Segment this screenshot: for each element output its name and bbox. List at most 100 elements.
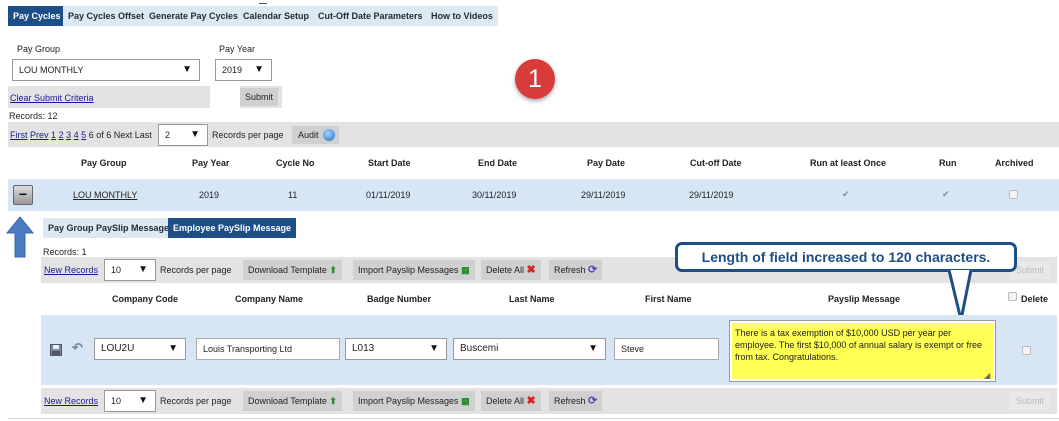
company-name-field[interactable]: Louis Transporting Ltd <box>196 338 340 360</box>
pager-page-4[interactable]: 4 <box>74 130 79 140</box>
chevron-down-icon: ▼ <box>588 343 598 354</box>
pay-year-label: Pay Year <box>219 44 256 54</box>
clear-submit-criteria-link[interactable]: Clear Submit Criteria <box>10 93 94 103</box>
payslip-per-page-label-bottom: Records per page <box>160 396 232 406</box>
per-page-value: 10 <box>111 396 122 406</box>
new-records-link-bottom[interactable]: New Records <box>44 396 98 406</box>
tab-employee-payslip-message[interactable]: Employee PaySlip Message <box>168 218 297 238</box>
payslip-message-textarea[interactable]: There is a tax exemption of $10,000 USD … <box>729 320 996 382</box>
per-page-value: 10 <box>111 265 122 275</box>
pager-prev-link[interactable]: Prev <box>30 130 49 140</box>
company-code-value: LOU2U <box>101 343 135 354</box>
col-archived: Archived <box>995 158 1034 168</box>
last-name-value: Buscemi <box>460 343 499 354</box>
chevron-down-icon: ▼ <box>138 395 148 406</box>
pager-page-3[interactable]: 3 <box>66 130 71 140</box>
first-name-field[interactable]: Steve <box>614 338 719 360</box>
filter-submit-button[interactable]: Submit <box>240 88 278 106</box>
pager-page-5[interactable]: 5 <box>81 130 86 140</box>
col-pay-group: Pay Group <box>81 158 127 168</box>
refresh-button[interactable]: Refresh ⟳ <box>549 260 603 280</box>
chevron-down-icon: ▼ <box>138 264 148 275</box>
chevron-down-icon: ▼ <box>429 343 439 354</box>
refresh-icon: ⟳ <box>588 264 598 276</box>
pager-last[interactable]: Last <box>135 130 152 140</box>
col-end-date: End Date <box>478 158 518 168</box>
download-template-button-bottom[interactable]: Download Template ⬆ <box>243 391 342 411</box>
bottom-divider <box>8 418 1059 419</box>
delete-all-button[interactable]: Delete All ✖ <box>481 260 541 280</box>
col-run-at-least-once: Run at least Once <box>810 158 887 168</box>
import-payslip-messages-button-bottom[interactable]: Import Payslip Messages ▦ <box>353 391 475 411</box>
col-run: Run <box>939 158 957 168</box>
row-start-date: 01/11/2019 <box>366 190 411 200</box>
payslip-per-page-label: Records per page <box>160 265 232 275</box>
delete-all-checkbox[interactable] <box>1008 292 1017 301</box>
col-payslip-message: Payslip Message <box>828 294 901 304</box>
excel-import-icon: ▦ <box>461 396 470 406</box>
refresh-icon: ⟳ <box>588 395 598 407</box>
step-number-badge: 1 <box>515 59 555 99</box>
excel-import-icon: ▦ <box>461 265 470 275</box>
cursor-mark <box>259 0 267 4</box>
pay-group-value: LOU MONTHLY <box>19 65 84 75</box>
tab-how-to-videos[interactable]: How to Videos <box>426 6 498 26</box>
refresh-button-bottom[interactable]: Refresh ⟳ <box>549 391 603 411</box>
company-code-select[interactable]: LOU2U ▼ <box>94 338 186 360</box>
tab-pay-group-payslip-message[interactable]: Pay Group PaySlip Message <box>43 218 175 238</box>
resize-handle-icon[interactable]: ◢ <box>984 371 990 380</box>
delete-all-button-bottom[interactable]: Delete All ✖ <box>481 391 541 411</box>
pager-next[interactable]: Next <box>114 130 133 140</box>
col-company-name: Company Name <box>235 294 304 304</box>
pager-page-2[interactable]: 2 <box>59 130 64 140</box>
payslip-submit-button-bottom[interactable]: Submit <box>1010 392 1050 410</box>
badge-number-select[interactable]: L013 ▼ <box>345 338 447 360</box>
records-per-page-select[interactable]: 2 ▼ <box>158 124 208 146</box>
delete-row-checkbox[interactable] <box>1022 346 1031 355</box>
col-company-code: Company Code <box>112 294 179 304</box>
per-page-value: 2 <box>165 130 171 140</box>
download-template-label: Download Template <box>248 265 327 275</box>
pay-group-link[interactable]: LOU MONTHLY <box>73 190 137 200</box>
save-icon[interactable] <box>50 344 62 356</box>
pay-group-label: Pay Group <box>17 44 61 54</box>
chevron-down-icon: ▼ <box>254 64 264 75</box>
download-template-button[interactable]: Download Template ⬆ <box>243 260 342 280</box>
tab-pay-cycles[interactable]: Pay Cycles <box>8 6 66 26</box>
payslip-per-page-select[interactable]: 10 ▼ <box>104 259 156 281</box>
pay-year-select[interactable]: 2019 ▼ <box>215 59 272 81</box>
collapse-button[interactable]: − <box>13 185 33 205</box>
audit-label: Audit <box>298 130 319 140</box>
col-last-name: Last Name <box>509 294 555 304</box>
undo-icon[interactable]: ↶ <box>72 340 83 356</box>
row-pay-year: 2019 <box>199 190 220 200</box>
last-name-select[interactable]: Buscemi ▼ <box>453 338 606 360</box>
col-start-date: Start Date <box>368 158 411 168</box>
row-pay-date: 29/11/2019 <box>581 190 626 200</box>
filter-gap <box>210 86 240 108</box>
new-records-link[interactable]: New Records <box>44 265 98 275</box>
payslip-message-text: There is a tax exemption of $10,000 USD … <box>732 323 993 379</box>
tab-generate-pay-cycles[interactable]: Generate Pay Cycles <box>144 6 244 26</box>
import-payslip-messages-button[interactable]: Import Payslip Messages ▦ <box>353 260 475 280</box>
archived-checkbox[interactable] <box>1009 190 1018 199</box>
callout-box: Length of field increased to 120 charact… <box>675 242 1017 272</box>
col-badge-number: Badge Number <box>367 294 432 304</box>
tab-pay-cycles-offset[interactable]: Pay Cycles Offset <box>63 6 150 26</box>
run-checkbox[interactable]: ✔ <box>942 189 950 200</box>
tab-cutoff-date-parameters[interactable]: Cut-Off Date Parameters <box>313 6 428 26</box>
refresh-label: Refresh <box>554 265 586 275</box>
pager-current: 6 of 6 <box>88 130 112 140</box>
row-cutoff-date: 29/11/2019 <box>689 190 734 200</box>
chevron-down-icon: ▼ <box>168 343 178 354</box>
pager-page-1[interactable]: 1 <box>51 130 56 140</box>
pager-links: First Prev 1 2 3 4 5 6 of 6 Next Last <box>10 130 152 140</box>
payslip-per-page-select-bottom[interactable]: 10 ▼ <box>104 390 156 412</box>
run-at-least-once-checkbox[interactable]: ✔ <box>842 189 850 200</box>
row-end-date: 30/11/2019 <box>472 190 517 200</box>
pager-first-link[interactable]: First <box>10 130 28 140</box>
pay-group-select[interactable]: LOU MONTHLY ▼ <box>12 59 200 81</box>
badge-number-value: L013 <box>352 343 375 354</box>
tab-calendar-setup[interactable]: Calendar Setup <box>238 6 315 26</box>
table-row[interactable] <box>8 179 1059 211</box>
